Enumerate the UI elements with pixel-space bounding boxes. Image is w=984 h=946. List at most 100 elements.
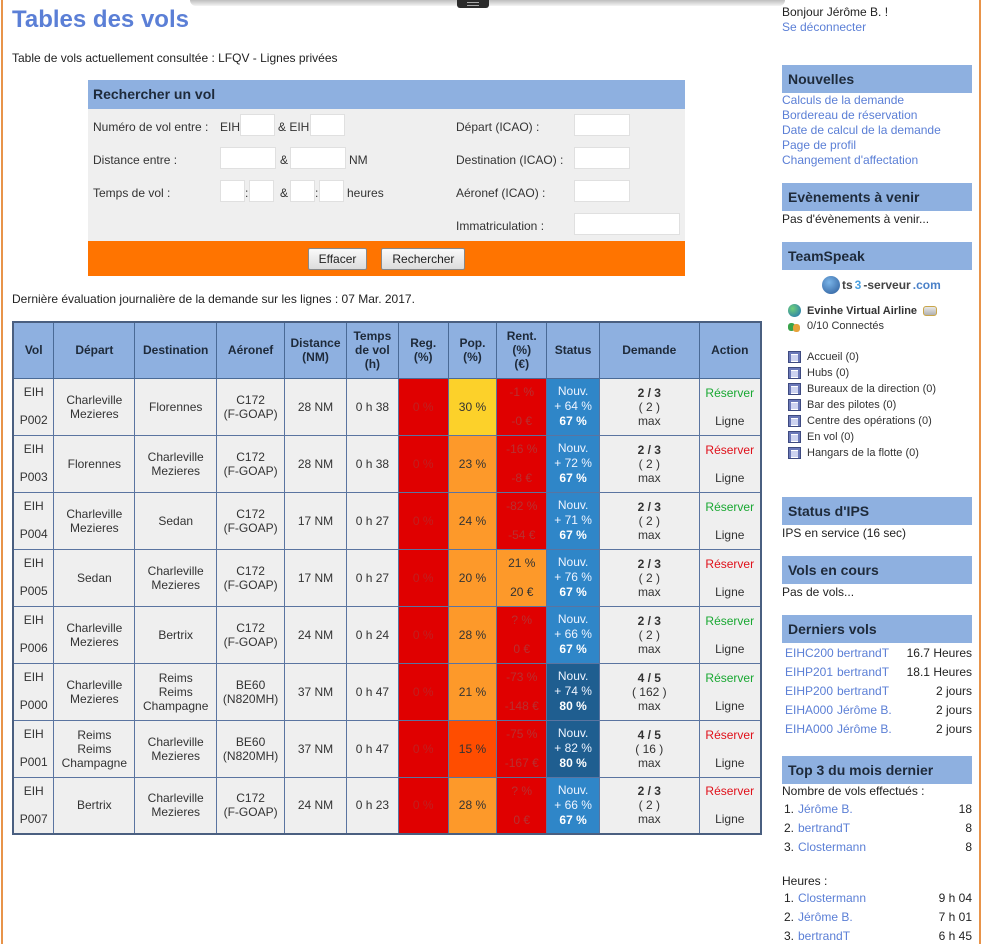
col-depart: Départ [53, 321, 136, 379]
news-link[interactable]: Calculs de la demande [782, 93, 941, 108]
status-cell: Nouv. + 76 % 67 % [546, 548, 601, 607]
ts-channel[interactable]: Bureaux de la direction (0) [788, 381, 936, 397]
flight-number: EIH P005 [12, 548, 55, 607]
search-button[interactable]: Rechercher [381, 247, 466, 270]
aircraft-icao-input[interactable] [574, 180, 630, 202]
distance-cell: 17 NM [284, 548, 347, 607]
time-to-minutes-input[interactable] [319, 180, 344, 202]
pilot-link[interactable]: bertrandT [798, 819, 912, 838]
ts-channel[interactable]: Bar des pilotes (0) [788, 397, 896, 413]
channel-icon [788, 383, 801, 395]
destination-icao-input[interactable] [574, 147, 630, 169]
reserve-link[interactable]: Réserver [702, 499, 758, 515]
distance-and: & [280, 153, 289, 167]
line-link[interactable]: Ligne [702, 698, 758, 714]
pilot-link[interactable]: bertrandT [798, 927, 912, 946]
recent-flight-code[interactable]: EIHA000 [785, 720, 837, 739]
line-link[interactable]: Ligne [702, 584, 758, 600]
line-link[interactable]: Ligne [702, 811, 758, 827]
news-link[interactable]: Page de profil [782, 138, 941, 153]
top3-flights-label: Nombre de vols effectués : [782, 784, 925, 798]
demand-cell: 2 / 3( 2 ) max [599, 776, 700, 835]
status-cell: Nouv. + 64 % 67 % [546, 377, 601, 436]
departure-cell: Charleville Mezieres [53, 605, 136, 664]
recent-flight-pilot[interactable]: bertrandT [837, 644, 899, 663]
aircraft-cell: C172 (F-GOAP) [216, 605, 286, 664]
teamspeak-title: TeamSpeak [782, 242, 972, 270]
table-row: EIH P004 Charleville Mezieres Sedan C172 (F-GO… [12, 491, 762, 550]
line-link[interactable]: Ligne [702, 641, 758, 657]
distance-cell: 37 NM [284, 662, 347, 721]
reserve-link[interactable]: Réserver [702, 727, 758, 743]
ts-server-row[interactable]: Evinhe Virtual Airline [788, 304, 938, 317]
flight-number-from-input[interactable] [240, 114, 275, 136]
distance-from-input[interactable] [220, 147, 276, 169]
reserve-link[interactable]: Réserver [702, 442, 758, 458]
recent-flight-pilot[interactable]: bertrandT [837, 663, 899, 682]
recent-flight-code[interactable]: EIHC200 [785, 644, 837, 663]
flight-time-cell: 0 h 27 [345, 491, 399, 550]
time-to-hours-input[interactable] [290, 180, 315, 202]
time-from-minutes-input[interactable] [249, 180, 274, 202]
recent-flight-pilot[interactable]: Jérôme B. [837, 720, 899, 739]
top-menu-toggle[interactable] [457, 0, 489, 8]
reserve-link[interactable]: Réserver [702, 556, 758, 572]
ts-channel[interactable]: Hubs (0) [788, 365, 849, 381]
recent-flight-pilot[interactable]: bertrandT [837, 682, 899, 701]
flight-time-cell: 0 h 47 [345, 719, 399, 778]
line-link[interactable]: Ligne [702, 755, 758, 771]
ts-channel[interactable]: Accueil (0) [788, 349, 859, 365]
departure-icao-input[interactable] [574, 114, 630, 136]
line-link[interactable]: Ligne [702, 413, 758, 429]
time-from-hours-input[interactable] [220, 180, 245, 202]
reg-cell: 0 % [397, 605, 449, 664]
recent-flight-row: EIHA000 Jérôme B. 2 jours [782, 701, 972, 720]
ts3-serveur-logo[interactable]: ts 3 -serveur .com [822, 276, 941, 294]
search-form: Numéro de vol entre : EIH & EIH Distance… [88, 109, 685, 241]
pilot-link[interactable]: Clostermann [798, 838, 912, 857]
flight-number-to-input[interactable] [310, 114, 345, 136]
reserve-link[interactable]: Réserver [702, 385, 758, 401]
top3-hours-label: Heures : [782, 874, 828, 888]
reserve-link[interactable]: Réserver [702, 783, 758, 799]
col-action: Action [698, 321, 762, 379]
recent-flight-code[interactable]: EIHA000 [785, 701, 837, 720]
recent-flight-code[interactable]: EIHP200 [785, 682, 837, 701]
ts-channel[interactable]: Hangars de la flotte (0) [788, 445, 919, 461]
destination-cell: Charleville Mezieres [134, 776, 218, 835]
ts-server-name: Evinhe Virtual Airline [807, 304, 918, 317]
action-cell: Réserver Ligne [698, 491, 762, 550]
status-cell: Nouv. + 71 % 67 % [546, 491, 601, 550]
registration-input[interactable] [574, 213, 680, 235]
pilot-link[interactable]: Jérôme B. [798, 800, 912, 819]
reserve-link[interactable]: Réserver [702, 613, 758, 629]
aircraft-icao-label: Aéronef (ICAO) : [456, 186, 546, 200]
news-link[interactable]: Changement d'affectation [782, 153, 941, 168]
departure-cell: Charleville Mezieres [53, 377, 136, 436]
clear-button[interactable]: Effacer [307, 247, 368, 270]
pilot-link[interactable]: Clostermann [798, 889, 912, 908]
line-link[interactable]: Ligne [702, 527, 758, 543]
news-link[interactable]: Bordereau de réservation [782, 108, 941, 123]
line-link[interactable]: Ligne [702, 470, 758, 486]
destination-cell: Bertrix [134, 605, 218, 664]
news-link[interactable]: Date de calcul de la demande [782, 123, 941, 138]
flight-prefix-2: & EIH [278, 120, 310, 134]
recent-flight-code[interactable]: EIHP201 [785, 663, 837, 682]
reg-cell: 0 % [397, 491, 449, 550]
distance-to-input[interactable] [290, 147, 346, 169]
time-and: & [280, 186, 289, 200]
logout-link[interactable]: Se déconnecter [782, 20, 866, 34]
ts-channel[interactable]: Centre des opérations (0) [788, 413, 932, 429]
registration-label: Immatriculation : [456, 219, 545, 233]
reg-cell: 0 % [397, 377, 449, 436]
recent-flight-time: 16.7 Heures [906, 646, 972, 660]
headset-globe-icon [822, 276, 840, 294]
pop-cell: 30 % [447, 377, 498, 436]
reserve-link[interactable]: Réserver [702, 670, 758, 686]
flight-time-cell: 0 h 27 [345, 548, 399, 607]
distance-cell: 24 NM [284, 776, 347, 835]
ts-channel[interactable]: En vol (0) [788, 429, 854, 445]
recent-flight-pilot[interactable]: Jérôme B. [837, 701, 899, 720]
pilot-link[interactable]: Jérôme B. [798, 908, 912, 927]
